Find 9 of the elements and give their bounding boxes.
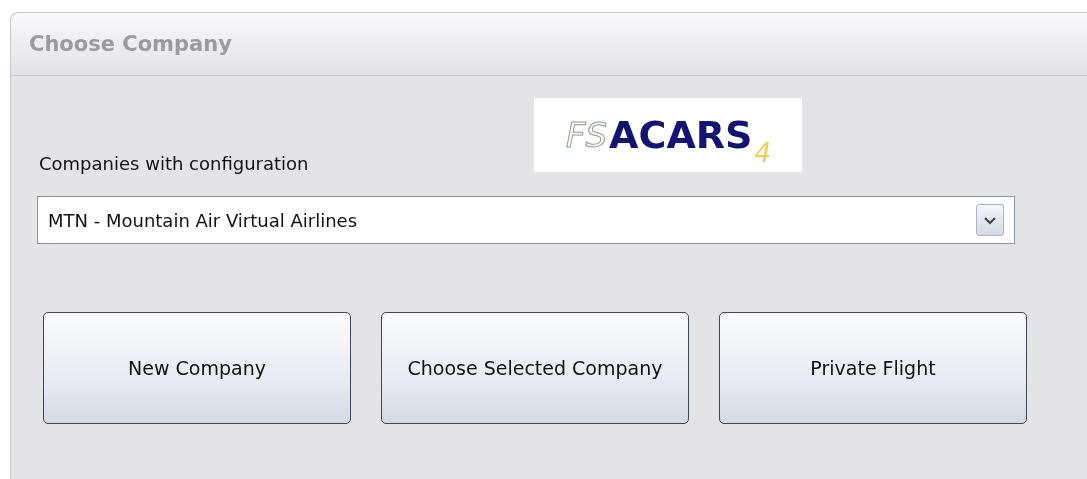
dropdown-value: MTN - Mountain Air Virtual Airlines (48, 209, 358, 231)
dialog-button[interactable]: Choose Selected Company (381, 312, 689, 424)
dropdown-button[interactable] (976, 204, 1004, 236)
dialog-button[interactable]: New Company (43, 312, 351, 424)
chevron-down-icon (984, 215, 996, 225)
dialog-button[interactable]: Private Flight (719, 312, 1027, 424)
window-title: Choose Company (29, 32, 232, 56)
company-dropdown[interactable]: MTN - Mountain Air Virtual Airlines (37, 196, 1015, 244)
companies-label: Companies with configuration (39, 153, 309, 174)
